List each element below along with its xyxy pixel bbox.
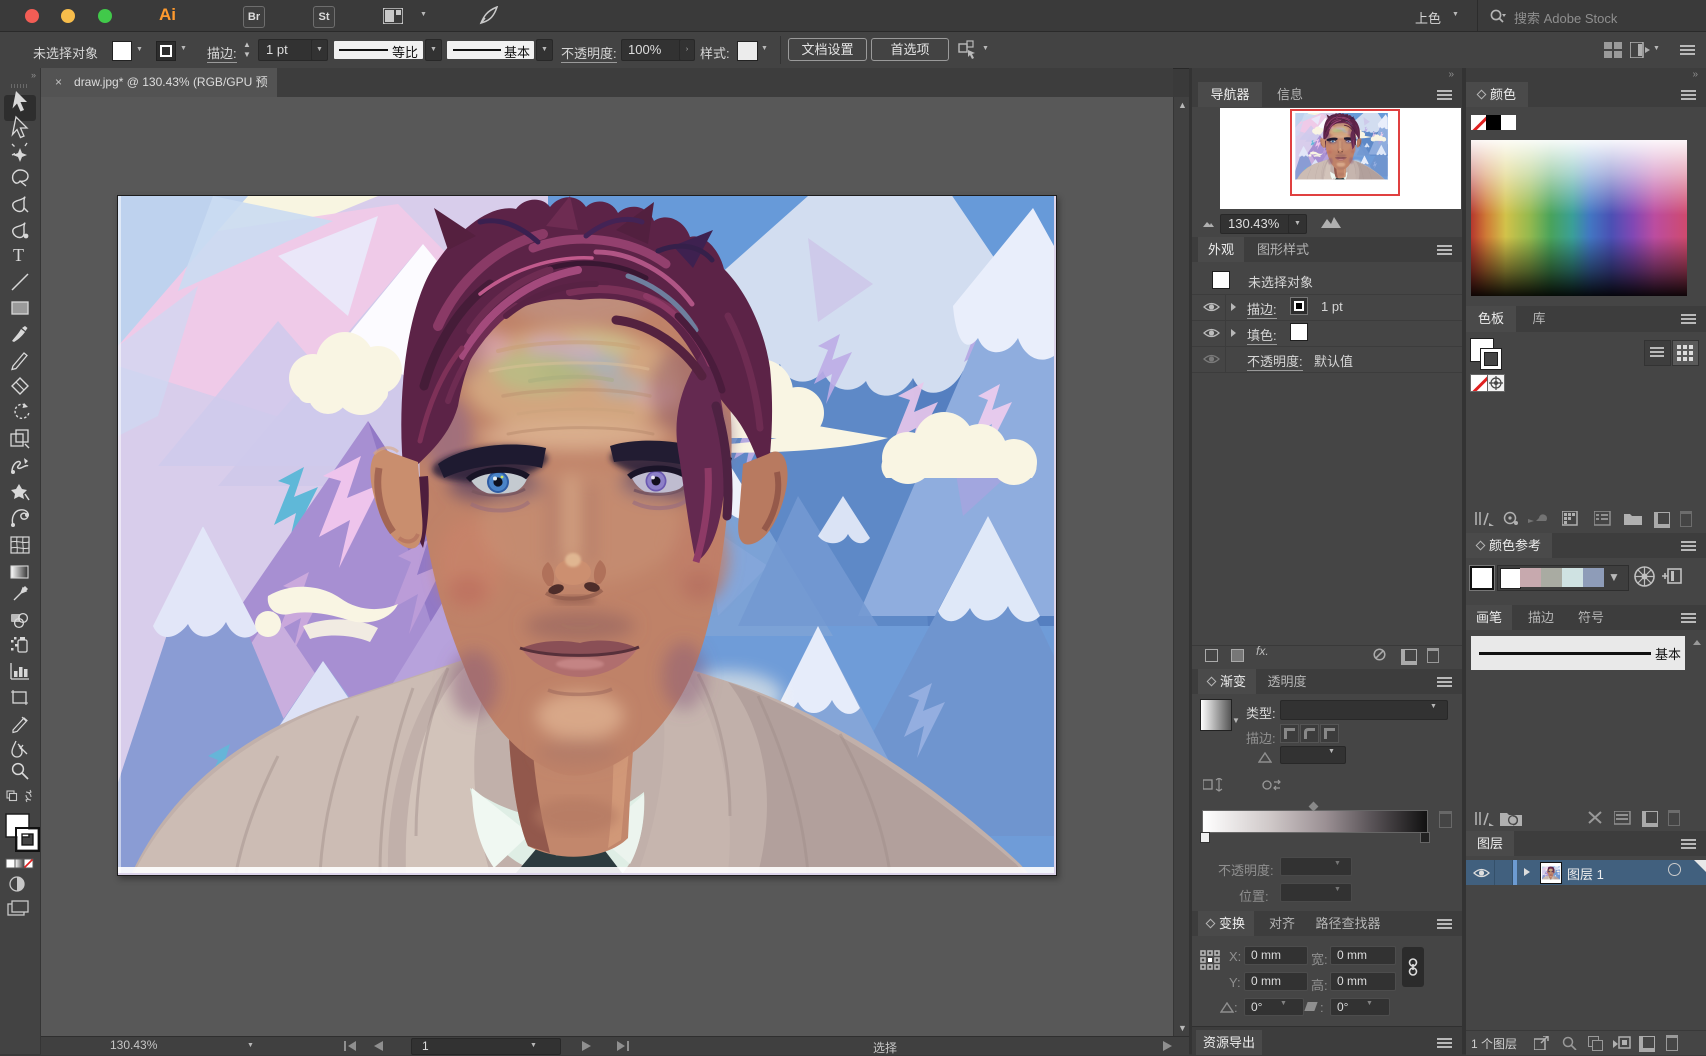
svg-text:T: T [13,245,24,265]
